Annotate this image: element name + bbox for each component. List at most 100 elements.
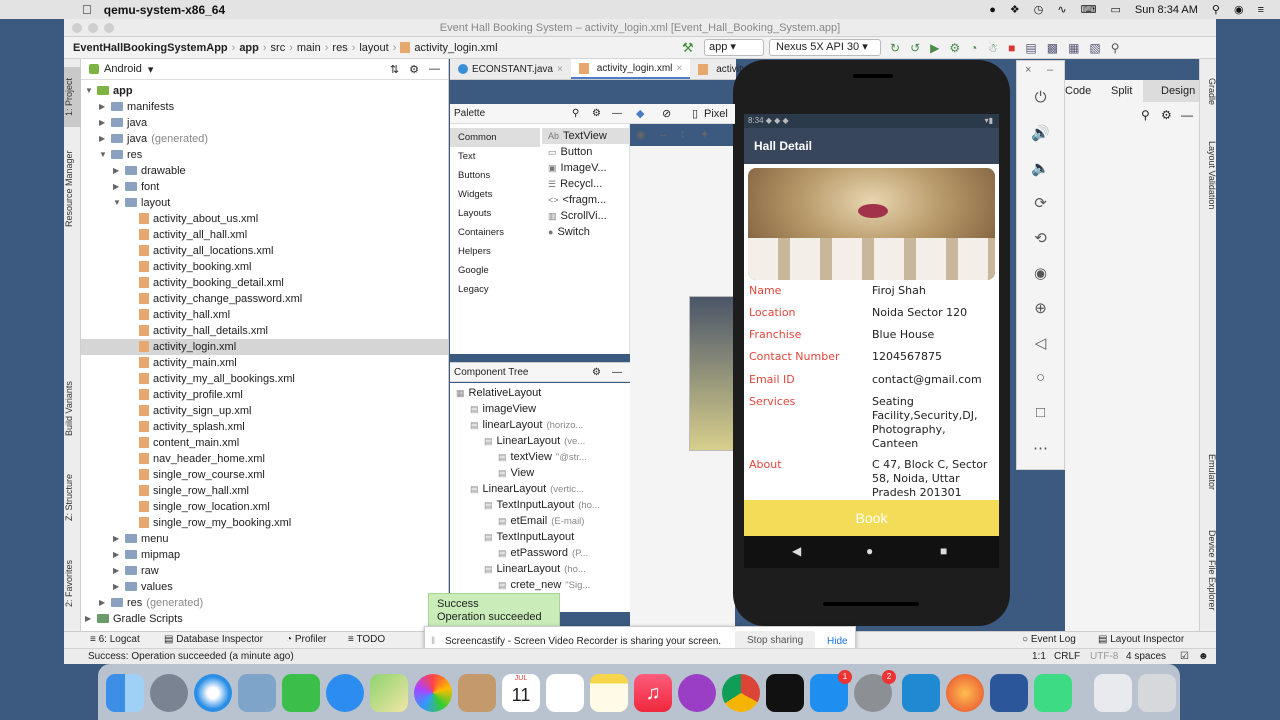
component-tree-item[interactable]: ▤ TextInputLayout (ho...: [484, 497, 600, 513]
project-tree-item[interactable]: activity_hall.xml: [81, 307, 448, 323]
tab-econstant[interactable]: ECONSTANT.java ×: [450, 59, 571, 79]
volume-down-icon[interactable]: 🔈: [1017, 159, 1064, 177]
project-tree-item[interactable]: activity_profile.xml: [81, 387, 448, 403]
minimize-window-button[interactable]: [88, 23, 98, 33]
chevron-right-icon[interactable]: ▶: [113, 579, 119, 595]
project-tree-item[interactable]: ▼ app: [81, 83, 448, 99]
hammer-icon[interactable]: ⚒: [682, 40, 694, 56]
palette-category-item[interactable]: Buttons: [450, 166, 540, 185]
margin-icon[interactable]: ↔: [658, 128, 669, 140]
back-icon[interactable]: ◀: [792, 544, 801, 558]
palette-settings-icon[interactable]: ⚙: [592, 104, 601, 124]
device-file-explorer-tool-button[interactable]: Device File Explorer: [1200, 515, 1217, 625]
breadcrumb-project[interactable]: EventHallBookingSystemApp: [73, 42, 228, 54]
apple-tv-icon[interactable]: [766, 674, 804, 712]
palette-widget-item[interactable]: ▣ ImageV...: [542, 160, 630, 176]
hide-panel-icon[interactable]: —: [612, 363, 622, 383]
finder-icon[interactable]: [106, 674, 144, 712]
rotate-right-icon[interactable]: ⟲: [1017, 229, 1064, 247]
palette-widget-item[interactable]: ▥ ScrollVi...: [542, 208, 630, 224]
power-icon[interactable]: ⏻: [1017, 89, 1064, 106]
downloads-icon[interactable]: [1094, 674, 1132, 712]
time-machine-icon[interactable]: ◷: [1034, 3, 1044, 16]
layout-preview[interactable]: [689, 296, 735, 451]
indent-setting[interactable]: 4 spaces: [1126, 649, 1166, 664]
project-tree-item[interactable]: activity_booking.xml: [81, 259, 448, 275]
breadcrumb-file[interactable]: activity_login.xml: [414, 42, 497, 54]
palette-category-item[interactable]: Helpers: [450, 242, 540, 261]
project-tree-item[interactable]: single_row_my_booking.xml: [81, 515, 448, 531]
apple-icon[interactable]: : [82, 2, 92, 17]
project-settings-icon[interactable]: ⚙: [409, 63, 419, 76]
split-view-button[interactable]: Split: [1111, 80, 1132, 102]
attach-debugger-icon[interactable]: ☃: [987, 41, 998, 55]
chevron-right-icon[interactable]: ▶: [99, 131, 105, 147]
project-tree-item[interactable]: activity_splash.xml: [81, 419, 448, 435]
rotate-left-icon[interactable]: ⟳: [1017, 194, 1064, 212]
hide-panel-icon[interactable]: —: [429, 63, 440, 75]
word-icon[interactable]: [990, 674, 1028, 712]
chevron-right-icon[interactable]: ▶: [113, 163, 119, 179]
firefox-icon[interactable]: [946, 674, 984, 712]
chevron-right-icon[interactable]: ▶: [99, 115, 105, 131]
close-window-button[interactable]: [72, 23, 82, 33]
project-tree-item[interactable]: activity_my_all_bookings.xml: [81, 371, 448, 387]
breadcrumb-res[interactable]: res: [332, 42, 347, 54]
recents-icon[interactable]: ■: [940, 544, 947, 558]
todo-tab[interactable]: ≡ TODO: [348, 634, 385, 645]
breadcrumb-app[interactable]: app: [239, 42, 259, 54]
project-tree-item[interactable]: ▶ mipmap: [81, 547, 448, 563]
project-tree-item[interactable]: ▶ values: [81, 579, 448, 595]
project-tree-item[interactable]: activity_all_locations.xml: [81, 243, 448, 259]
component-tree-item[interactable]: ▤ etPassword (P...: [498, 545, 588, 561]
project-tree-item[interactable]: single_row_hall.xml: [81, 483, 448, 499]
breadcrumb-main[interactable]: main: [297, 42, 321, 54]
system-preferences-icon[interactable]: 2: [854, 670, 896, 712]
notes-icon[interactable]: [590, 674, 628, 712]
project-tree-item[interactable]: activity_about_us.xml: [81, 211, 448, 227]
project-tree-item[interactable]: activity_all_hall.xml: [81, 227, 448, 243]
search-icon[interactable]: ⚲: [1212, 3, 1220, 16]
lock-icon[interactable]: ☑: [1180, 649, 1189, 664]
contacts-icon[interactable]: [458, 674, 496, 712]
launchpad-icon[interactable]: [150, 674, 188, 712]
mail-icon[interactable]: [238, 674, 276, 712]
palette-widget-item[interactable]: <> <fragm...: [542, 192, 630, 208]
hide-button[interactable]: Hide: [827, 636, 848, 647]
control-center-icon[interactable]: ≡: [1258, 4, 1264, 16]
avd-manager-icon[interactable]: ▩: [1047, 41, 1058, 55]
more-icon[interactable]: ⋯: [1017, 439, 1064, 457]
maps-icon[interactable]: [370, 674, 408, 712]
apply-changes-icon[interactable]: ↻: [890, 41, 900, 55]
project-tree-item[interactable]: activity_booking_detail.xml: [81, 275, 448, 291]
home-icon[interactable]: ○: [1017, 369, 1064, 386]
project-tree-item[interactable]: ▶ res (generated): [81, 595, 448, 611]
code-view-button[interactable]: Code: [1065, 80, 1091, 102]
structure-tool-button[interactable]: Z: Structure: [64, 467, 81, 527]
drag-handle-icon[interactable]: ‖: [431, 636, 435, 647]
camera-icon[interactable]: ◉: [1017, 264, 1064, 282]
apply-code-icon[interactable]: ↺: [910, 41, 920, 55]
menubar-clock[interactable]: Sun 8:34 AM: [1135, 4, 1198, 16]
project-tree-item[interactable]: activity_change_password.xml: [81, 291, 448, 307]
facetime-icon[interactable]: [282, 674, 320, 712]
breadcrumb-src[interactable]: src: [271, 42, 286, 54]
stop-icon[interactable]: ■: [1008, 41, 1015, 55]
trash-icon[interactable]: [1138, 674, 1176, 712]
hide-panel-icon[interactable]: —: [612, 104, 622, 124]
project-tree-item[interactable]: ▶ manifests: [81, 99, 448, 115]
microphone-icon[interactable]: ●: [989, 4, 996, 16]
component-tree-item[interactable]: ▤ LinearLayout (ho...: [484, 561, 586, 577]
chevron-right-icon[interactable]: ▶: [113, 563, 119, 579]
eye-icon[interactable]: ◉: [636, 128, 646, 141]
palette-category-item[interactable]: Containers: [450, 223, 540, 242]
palette-widget-item[interactable]: ● Switch: [542, 224, 630, 240]
siri-icon[interactable]: ◉: [1234, 3, 1244, 16]
component-tree-item[interactable]: ▤ crete_new "Sig...: [498, 577, 590, 593]
emulator-tool-button[interactable]: Emulator: [1200, 443, 1217, 501]
component-tree-item[interactable]: ▦ RelativeLayout: [456, 385, 541, 401]
project-tree-item[interactable]: ▼ res: [81, 147, 448, 163]
attributes-settings-icon[interactable]: ⚙: [1161, 108, 1172, 122]
chevron-right-icon[interactable]: ▶: [113, 547, 119, 563]
layout-validation-tool-button[interactable]: Layout Validation: [1200, 129, 1217, 221]
